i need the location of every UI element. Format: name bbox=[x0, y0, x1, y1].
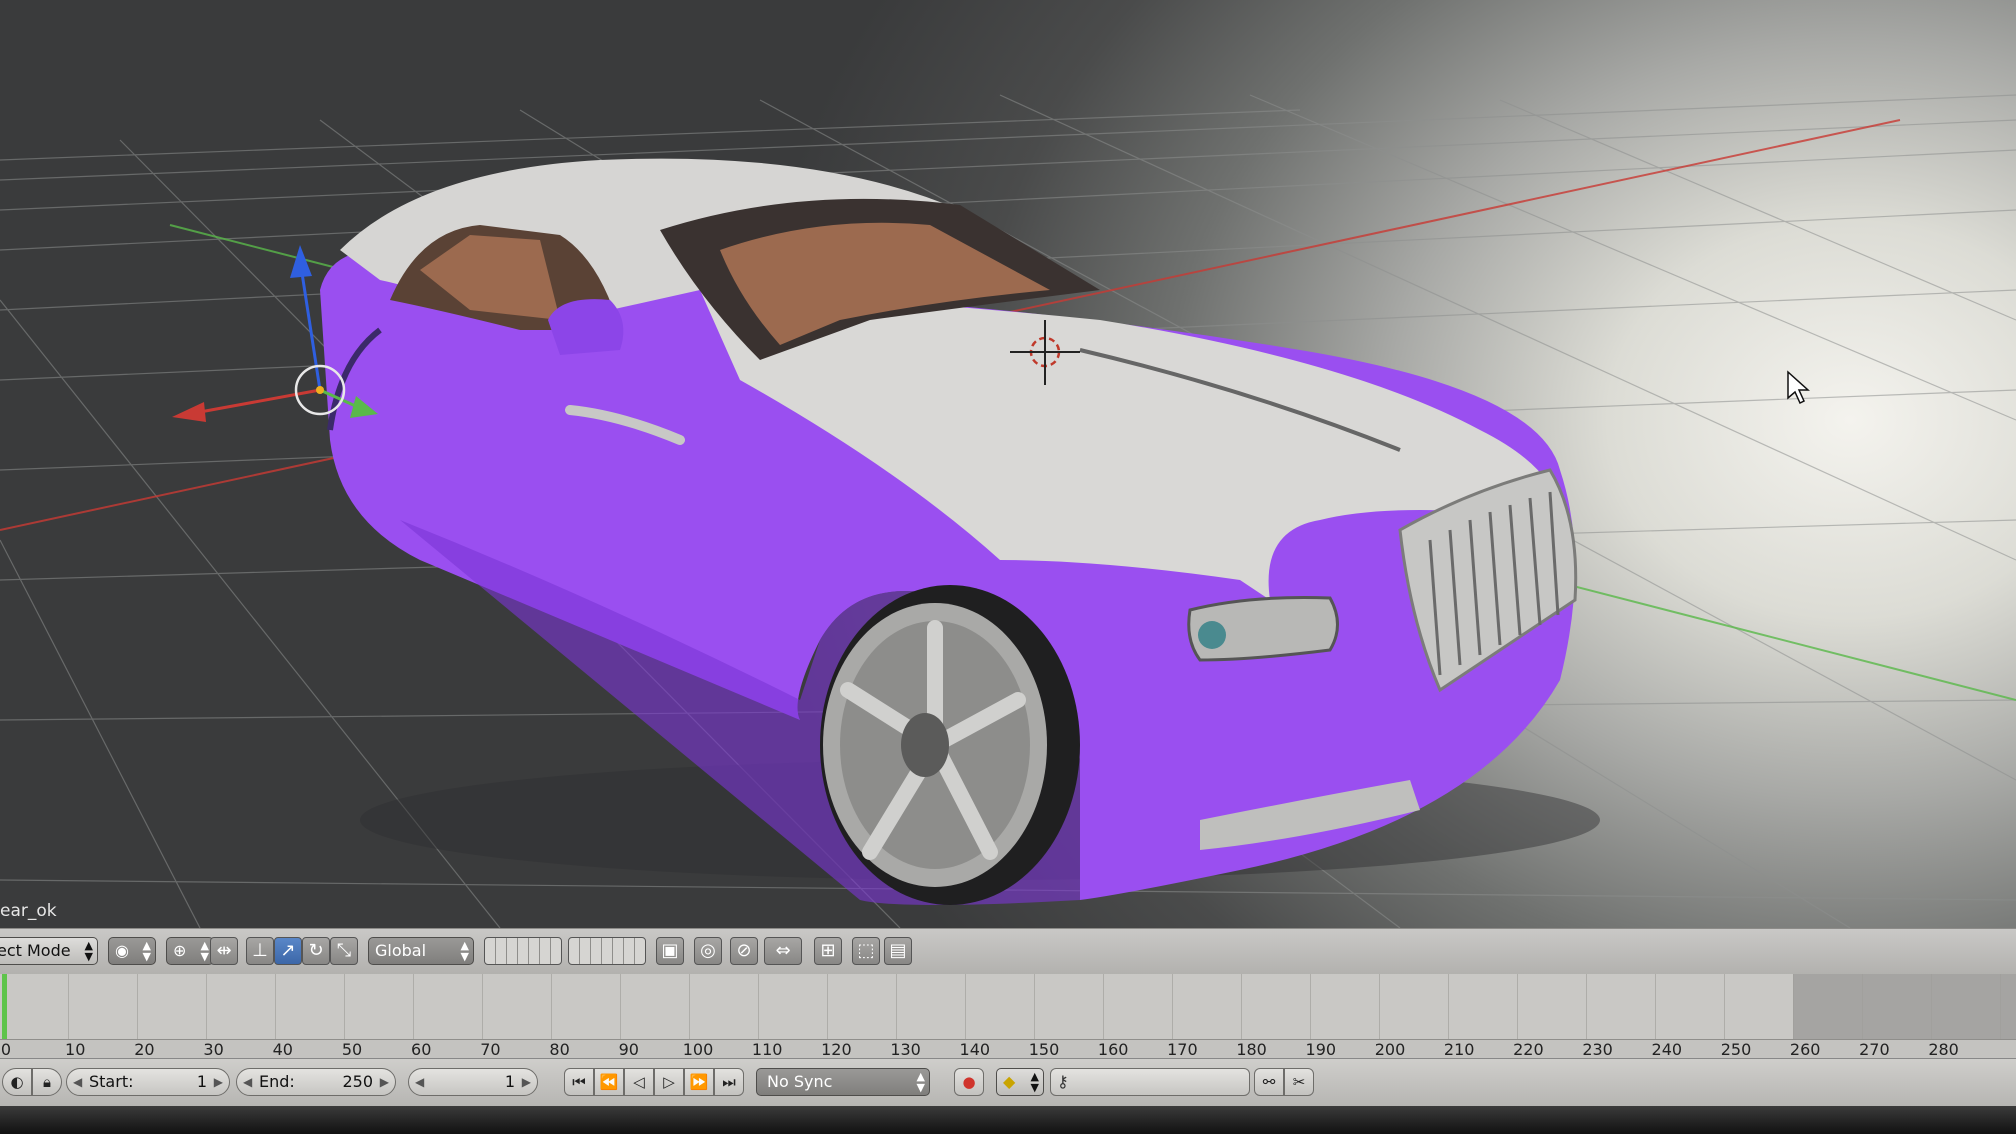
ruler-tick-label: 230 bbox=[1582, 1040, 1613, 1059]
ruler-tick-label: 20 bbox=[134, 1040, 155, 1059]
updown-arrows-icon: ▲ ▼ bbox=[1030, 1070, 1039, 1094]
ruler-tick-label: 40 bbox=[272, 1040, 293, 1059]
3d-viewport[interactable]: ear_ok bbox=[0, 0, 2016, 928]
record-icon[interactable]: ● bbox=[954, 1068, 984, 1096]
interaction-mode-select[interactable]: ect Mode ▲ ▼ bbox=[0, 937, 98, 965]
viewport-header-toolbar: ect Mode ▲ ▼ ◉ ▲ ▼ ⊕ ▲ ▼ ⇹ ⊥ ↗ ↻ ⤡ Global ▲… bbox=[0, 928, 2016, 975]
ruler-tick-label: 0 bbox=[0, 1040, 12, 1059]
playback-view-icon[interactable]: ◐ bbox=[2, 1068, 32, 1096]
updown-arrows-icon: ▲ ▼ bbox=[916, 1070, 925, 1094]
scene-canvas bbox=[0, 94, 2016, 928]
jump-keyframe-back-icon[interactable]: ⏪ bbox=[594, 1068, 624, 1096]
end-frame-field[interactable]: ◀ End: 250 ▶ bbox=[236, 1068, 396, 1096]
active-object-name: ear_ok bbox=[0, 901, 57, 921]
sync-mode-select[interactable]: No Sync ▲ ▼ bbox=[756, 1068, 930, 1096]
ruler-tick-label: 130 bbox=[890, 1040, 921, 1059]
ruler-tick-label: 60 bbox=[411, 1040, 432, 1059]
front-wheel bbox=[820, 585, 1080, 905]
rotate-icon[interactable]: ↻ bbox=[302, 937, 330, 965]
timeline-ruler[interactable]: 0 10 20 30 40 50 60 70 80 90 100 110 120 130 140 150 160… bbox=[0, 1039, 2016, 1059]
updown-arrows-icon: ▲ ▼ bbox=[142, 939, 151, 963]
proportional-edit-icon[interactable]: ◎ bbox=[694, 937, 722, 965]
increment-arrow-icon: ▶ bbox=[521, 1075, 531, 1089]
keying-set-icon: ⚷ bbox=[1057, 1072, 1069, 1091]
increment-arrow-icon: ▶ bbox=[379, 1075, 389, 1089]
ruler-tick-label: 180 bbox=[1236, 1040, 1267, 1059]
ruler-tick-label: 70 bbox=[480, 1040, 501, 1059]
ruler-tick-label: 140 bbox=[959, 1040, 991, 1059]
keyframe-icon: ◆ bbox=[1003, 1072, 1016, 1091]
snap-icon[interactable]: ⊘ bbox=[730, 937, 758, 965]
ruler-tick-label: 270 bbox=[1859, 1040, 1890, 1059]
ruler-tick-label: 200 bbox=[1374, 1040, 1406, 1059]
decrement-arrow-icon: ◀ bbox=[415, 1075, 425, 1089]
render-anim-icon[interactable]: ▤ bbox=[884, 937, 912, 965]
delete-keyframe-icon[interactable]: ✂ bbox=[1284, 1068, 1314, 1096]
ruler-tick-label: 80 bbox=[549, 1040, 570, 1059]
screen-bezel bbox=[0, 1106, 2016, 1134]
snap-target-icon[interactable]: ⊞ bbox=[814, 937, 842, 965]
ruler-tick-label: 30 bbox=[203, 1040, 224, 1059]
ruler-tick-label: 10 bbox=[65, 1040, 86, 1059]
decrement-arrow-icon: ◀ bbox=[73, 1075, 83, 1089]
ruler-tick-label: 90 bbox=[618, 1040, 639, 1059]
increment-arrow-icon: ▶ bbox=[213, 1075, 223, 1089]
ruler-tick-label: 110 bbox=[751, 1040, 783, 1059]
ruler-tick-label: 150 bbox=[1028, 1040, 1060, 1059]
lock-icon[interactable]: 🔒︎ bbox=[32, 1068, 62, 1096]
insert-keyframe-icon[interactable]: ⚯ bbox=[1254, 1068, 1284, 1096]
updown-arrows-icon: ▲ ▼ bbox=[460, 939, 469, 963]
viewport-shading-icon: ◉ bbox=[115, 941, 129, 960]
current-frame-indicator[interactable] bbox=[2, 974, 7, 1040]
scale-icon[interactable]: ⤡ bbox=[330, 937, 358, 965]
timeline-footer: ◐ 🔒︎ ◀ Start: 1 ▶ ◀ End: 250 ▶ ◀ 1 ▶ ⏮ ⏪… bbox=[0, 1058, 2016, 1107]
start-frame-field[interactable]: ◀ Start: 1 ▶ bbox=[66, 1068, 230, 1096]
pivot-icon: ⊕ bbox=[173, 941, 187, 960]
transform-orientation-select[interactable]: Global ▲ ▼ bbox=[368, 937, 474, 965]
jump-start-icon[interactable]: ⏮ bbox=[564, 1068, 594, 1096]
lock-camera-icon[interactable]: ▣ bbox=[656, 937, 684, 965]
ruler-tick-label: 220 bbox=[1513, 1040, 1544, 1059]
ruler-tick-label: 100 bbox=[682, 1040, 714, 1059]
updown-arrows-icon: ▲ ▼ bbox=[84, 939, 93, 963]
viewport-shading-select[interactable]: ◉ ▲ ▼ bbox=[108, 937, 156, 965]
render-icon[interactable]: ⬚ bbox=[852, 937, 880, 965]
ruler-tick-label: 120 bbox=[821, 1040, 852, 1059]
pivot-point-select[interactable]: ⊕ ▲ ▼ bbox=[166, 937, 214, 965]
ruler-tick-label: 210 bbox=[1443, 1040, 1475, 1059]
jump-end-icon[interactable]: ⏭ bbox=[714, 1068, 744, 1096]
ruler-tick-label: 160 bbox=[1097, 1040, 1129, 1059]
updown-arrows-icon: ▲ ▼ bbox=[200, 939, 209, 963]
translate-icon[interactable]: ↗ bbox=[274, 937, 302, 965]
ruler-tick-label: 190 bbox=[1305, 1040, 1337, 1059]
manipulator-toggle-icon[interactable]: ⇹ bbox=[210, 937, 238, 965]
active-keying-set-field[interactable]: ⚷ bbox=[1050, 1068, 1250, 1096]
jump-keyframe-forward-icon[interactable]: ⏩ bbox=[684, 1068, 714, 1096]
ruler-tick-label: 280 bbox=[1928, 1040, 1959, 1059]
decrement-arrow-icon: ◀ bbox=[243, 1075, 253, 1089]
manipulator-icon[interactable]: ⊥ bbox=[246, 937, 274, 965]
snap-element-icon[interactable]: ⇔ bbox=[764, 937, 802, 965]
timeline-track[interactable] bbox=[0, 974, 2016, 1039]
layers-block-2[interactable] bbox=[568, 937, 646, 965]
timeline-editor[interactable]: 0 10 20 30 40 50 60 70 80 90 100 110 120 130 140 150 160… bbox=[0, 974, 2016, 1059]
ruler-tick-label: 260 bbox=[1789, 1040, 1821, 1059]
play-reverse-icon[interactable]: ◁ bbox=[624, 1068, 654, 1096]
play-icon[interactable]: ▷ bbox=[654, 1068, 684, 1096]
ruler-tick-label: 50 bbox=[341, 1040, 363, 1059]
ruler-tick-label: 250 bbox=[1720, 1040, 1752, 1059]
timeline-out-of-range bbox=[1793, 974, 2016, 1039]
current-frame-field[interactable]: ◀ 1 ▶ bbox=[408, 1068, 538, 1096]
keying-set-select[interactable]: ◆ ▲ ▼ bbox=[996, 1068, 1044, 1096]
ruler-tick-label: 170 bbox=[1167, 1040, 1198, 1059]
car-model bbox=[320, 158, 1600, 905]
layers-block-1[interactable] bbox=[484, 937, 562, 965]
mouse-pointer-icon bbox=[1787, 370, 1810, 405]
ruler-tick-label: 240 bbox=[1651, 1040, 1683, 1059]
